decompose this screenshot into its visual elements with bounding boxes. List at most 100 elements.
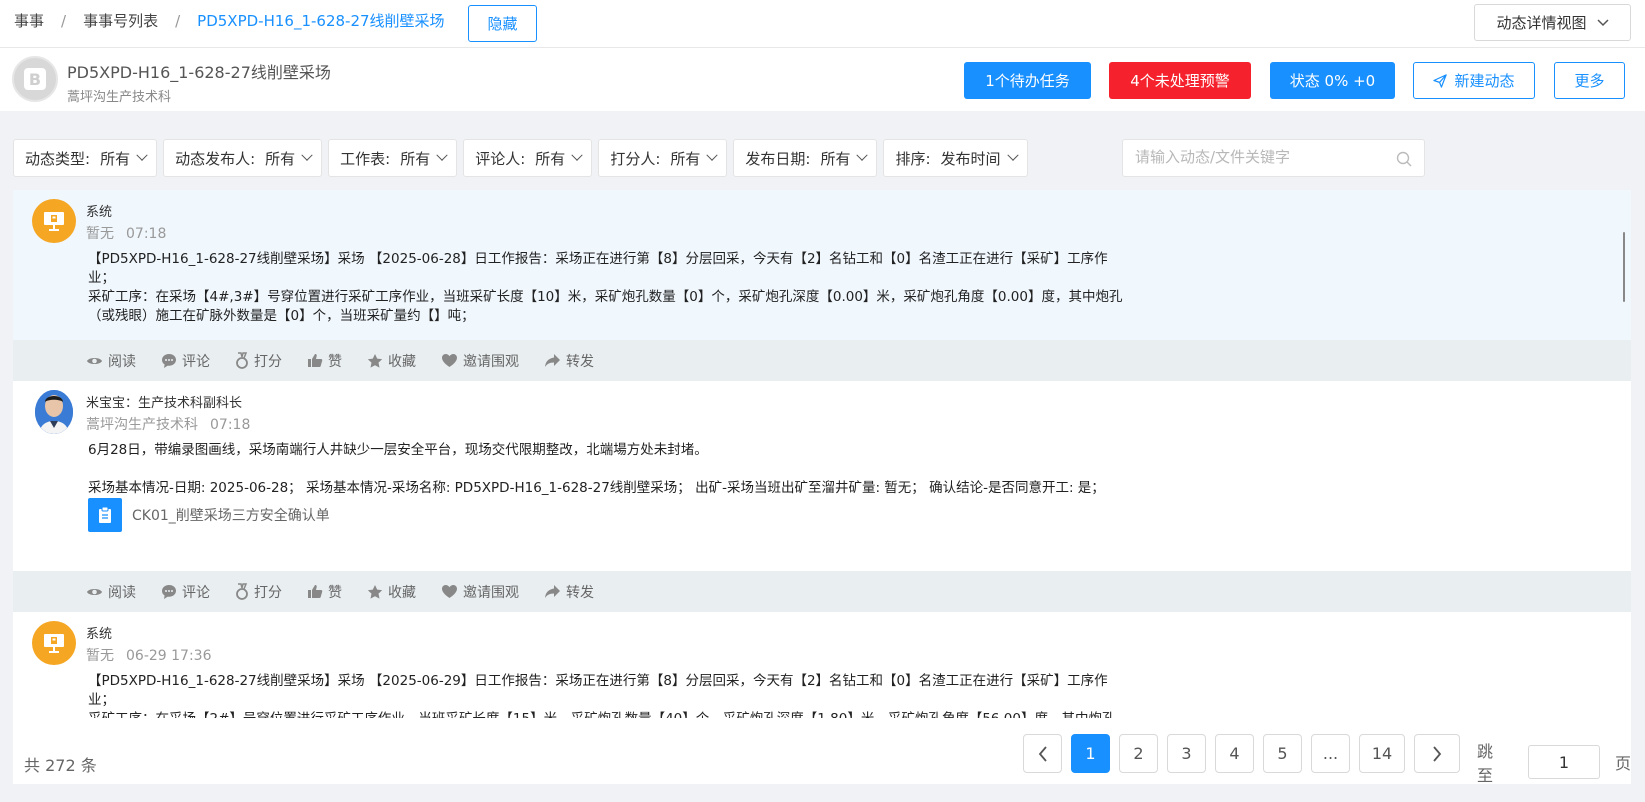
- invite-action[interactable]: 邀请围观: [441, 582, 519, 602]
- like-label: 赞: [328, 584, 342, 601]
- breadcrumb-item[interactable]: 事事: [14, 10, 44, 31]
- page-ellipsis[interactable]: ...: [1311, 734, 1350, 773]
- favorite-action[interactable]: 收藏: [367, 351, 416, 371]
- page-button[interactable]: 14: [1359, 734, 1405, 773]
- post-time: 07:18: [210, 417, 251, 433]
- post-time: 06-29 17:36: [126, 648, 212, 664]
- score-action[interactable]: 打分: [235, 582, 282, 602]
- invite-action[interactable]: 邀请围观: [441, 351, 519, 371]
- breadcrumb-item[interactable]: 事事号列表: [83, 10, 158, 31]
- filter-worksheet[interactable]: 工作表: 所有: [328, 139, 458, 177]
- hide-button[interactable]: 隐藏: [468, 5, 537, 42]
- star-icon: [367, 353, 383, 368]
- scrollbar-thumb[interactable]: [1623, 232, 1625, 302]
- project-subtitle: 蒿坪沟生产技术科: [67, 90, 172, 105]
- new-post-label: 新建动态: [1454, 72, 1515, 90]
- monitor-icon: [44, 634, 64, 653]
- favorite-label: 收藏: [388, 353, 416, 370]
- comment-icon: [162, 353, 176, 368]
- forward-action[interactable]: 转发: [544, 351, 594, 371]
- filter-label: 动态类型:: [25, 149, 91, 168]
- score-label: 打分: [254, 353, 282, 370]
- svg-text:B: B: [29, 70, 41, 89]
- attachment[interactable]: CK01_削壁采场三方安全确认单: [88, 498, 330, 532]
- read-action[interactable]: 阅读: [86, 351, 136, 371]
- todo-tasks-button[interactable]: 1个待办任务: [964, 62, 1091, 99]
- post-meta: 暂无 06-29 17:36: [86, 645, 211, 665]
- new-post-button[interactable]: 新建动态: [1413, 62, 1535, 99]
- more-button[interactable]: 更多: [1554, 62, 1625, 99]
- pagination-bar: 共 272 条 1 2 3 4 5 ... 14 跳至 页: [13, 718, 1631, 785]
- prev-page-button[interactable]: [1023, 734, 1062, 773]
- page-button[interactable]: 5: [1263, 734, 1302, 773]
- chevron-down-icon: [1596, 18, 1609, 26]
- chevron-down-icon: [301, 149, 313, 161]
- favorite-label: 收藏: [388, 584, 416, 601]
- post-org: 暂无: [86, 648, 114, 664]
- chevron-right-icon: [1433, 745, 1442, 762]
- post-item: 系统 暂无 06-29 17:36 【PD5XPD-H16_1-628-27线削壁…: [13, 612, 1631, 718]
- heart-icon: [442, 354, 457, 367]
- like-label: 赞: [328, 353, 342, 370]
- comment-icon: [162, 584, 176, 599]
- thumbs-up-icon: [308, 585, 323, 598]
- filter-label: 发布日期:: [745, 149, 811, 168]
- chevron-down-icon: [571, 149, 583, 161]
- status-button[interactable]: 状态 0% +0: [1270, 62, 1395, 99]
- page-button[interactable]: 2: [1119, 734, 1158, 773]
- like-action[interactable]: 赞: [307, 582, 342, 602]
- search-icon[interactable]: [1396, 151, 1412, 167]
- filter-scorer[interactable]: 打分人: 所有: [598, 139, 728, 177]
- post-line: 【PD5XPD-H16_1-628-27线削壁采场】采场 【2025-06-29…: [88, 673, 1108, 708]
- filter-sort[interactable]: 排序: 发布时间: [883, 139, 1028, 177]
- filter-label: 评论人:: [475, 149, 526, 168]
- post-time: 07:18: [126, 226, 167, 242]
- chevron-left-icon: [1038, 745, 1047, 762]
- score-action[interactable]: 打分: [235, 351, 282, 371]
- medal-icon: [236, 583, 248, 600]
- total-count: 共 272 条: [24, 756, 97, 775]
- view-mode-label: 动态详情视图: [1496, 14, 1587, 32]
- post-org: 暂无: [86, 226, 114, 242]
- view-mode-dropdown[interactable]: 动态详情视图: [1474, 4, 1631, 41]
- jump-label: 跳至: [1477, 742, 1494, 785]
- post-content: 6月28日，带编录图画线，采场南端行人井缺少一层安全平台，现场交代限期整改，北端…: [88, 441, 1128, 498]
- search-input[interactable]: [1135, 140, 1395, 174]
- post-meta: 蒿坪沟生产技术科 07:18: [86, 414, 250, 434]
- filter-publish-date[interactable]: 发布日期: 所有: [733, 139, 878, 177]
- page-button[interactable]: 1: [1071, 734, 1110, 773]
- filter-bar: 动态类型: 所有 动态发布人: 所有 工作表: 所有 评论人: 所有 打分人: 所有 发布…: [13, 139, 1028, 177]
- filter-value: 发布时间: [940, 149, 1001, 168]
- eye-icon: [87, 588, 102, 595]
- filter-publisher[interactable]: 动态发布人: 所有: [163, 139, 323, 177]
- post-line: 采矿工序：在采场【2#】号穿位置进行采矿工序作业，当班采矿长度【15】米，采矿炮…: [88, 710, 1128, 718]
- post-author: 系统: [86, 205, 113, 220]
- filter-value: 所有: [265, 149, 296, 168]
- forward-action[interactable]: 转发: [544, 582, 594, 602]
- chevron-down-icon: [436, 149, 448, 161]
- comment-action[interactable]: 评论: [161, 582, 210, 602]
- project-header: B PD5XPD-H16_1-628-27线削壁采场 蒿坪沟生产技术科 1个待办…: [0, 48, 1645, 111]
- forward-label: 转发: [566, 353, 594, 370]
- avatar: [32, 621, 76, 665]
- jump-page-input[interactable]: [1527, 745, 1600, 779]
- post-item: 米宝宝：生产技术科副科长 蒿坪沟生产技术科 07:18 6月28日，带编录图画线，…: [13, 381, 1631, 571]
- read-action[interactable]: 阅读: [86, 582, 136, 602]
- warnings-button[interactable]: 4个未处理预警: [1109, 62, 1251, 99]
- like-action[interactable]: 赞: [307, 351, 342, 371]
- filter-post-type[interactable]: 动态类型: 所有: [13, 139, 158, 177]
- breadcrumb-current: PD5XPD-H16_1-628-27线削壁采场: [197, 12, 445, 30]
- favorite-action[interactable]: 收藏: [367, 582, 416, 602]
- filter-commenter[interactable]: 评论人: 所有: [463, 139, 593, 177]
- next-page-button[interactable]: [1414, 734, 1460, 773]
- post-feed: 系统 暂无 07:18 【PD5XPD-H16_1-628-27线削壁采场】采场 …: [13, 190, 1631, 718]
- page-button[interactable]: 3: [1167, 734, 1206, 773]
- page-button[interactable]: 4: [1215, 734, 1254, 773]
- medal-icon: [236, 352, 248, 369]
- logo-icon: B: [24, 68, 46, 90]
- comment-action[interactable]: 评论: [161, 351, 210, 371]
- filter-value: 所有: [820, 149, 851, 168]
- pagination: 1 2 3 4 5 ... 14: [1023, 734, 1460, 773]
- top-bar: 事事 / 事事号列表 / PD5XPD-H16_1-628-27线削壁采场 隐藏…: [0, 0, 1645, 48]
- eye-icon: [87, 357, 102, 364]
